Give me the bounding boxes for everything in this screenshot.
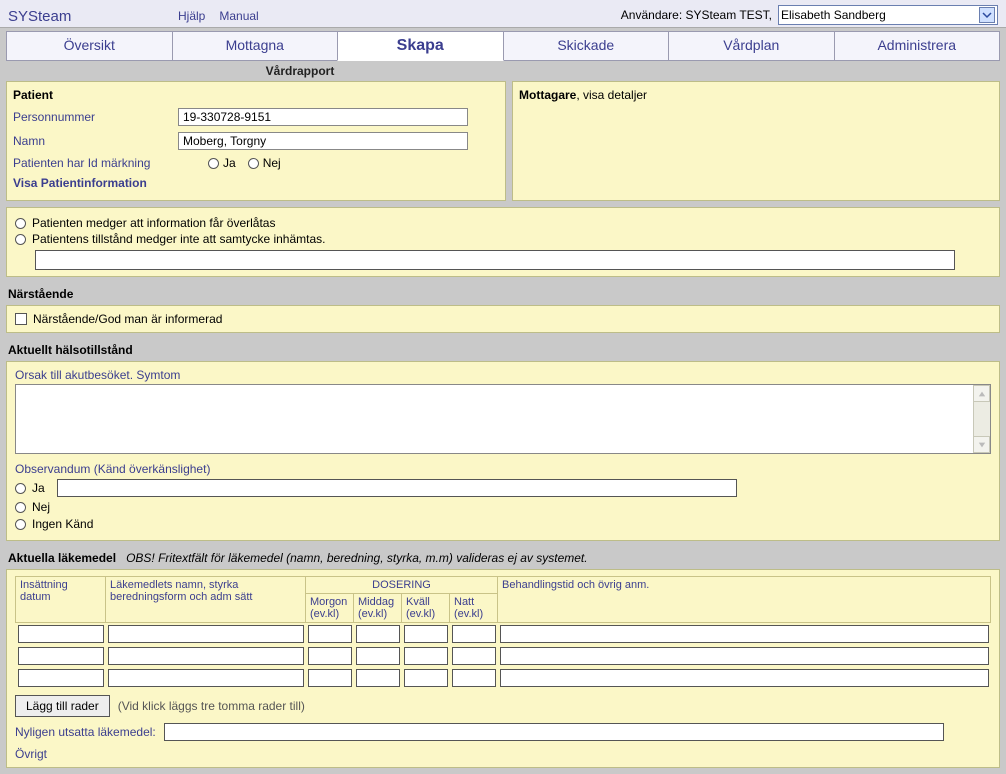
obs-nej-radio[interactable] — [15, 502, 26, 513]
tab-mottagna[interactable]: Mottagna — [172, 31, 339, 61]
med-notes-input[interactable] — [500, 669, 989, 687]
med-name-input[interactable] — [108, 647, 304, 665]
show-patient-info-link[interactable]: Visa Patientinformation — [13, 176, 147, 190]
add-rows-button[interactable]: Lägg till rader — [15, 695, 110, 717]
table-row — [16, 667, 991, 689]
idmark-yes-radio[interactable] — [208, 158, 219, 169]
col-middag: Middag (ev.kl) — [354, 594, 402, 623]
col-morgon: Morgon (ev.kl) — [306, 594, 354, 623]
obs-ja-label: Ja — [32, 481, 45, 495]
name-input[interactable] — [178, 132, 468, 150]
personnummer-label: Personnummer — [13, 110, 178, 124]
other-label: Övrigt — [15, 747, 991, 761]
med-kvall-input[interactable] — [404, 625, 448, 643]
consent-opt2-radio[interactable] — [15, 234, 26, 245]
consent-opt2-label: Patientens tillstånd medger inte att sam… — [32, 232, 325, 246]
col-name: Läkemedlets namn, styrka beredningsform … — [106, 577, 306, 623]
brand: SYSteam — [8, 8, 178, 25]
med-natt-input[interactable] — [452, 647, 496, 665]
tab-vardplan[interactable]: Vårdplan — [668, 31, 835, 61]
consent-pane: Patienten medger att information får öve… — [6, 207, 1000, 277]
col-date: Insättning datum — [16, 577, 106, 623]
health-pane: Orsak till akutbesöket. Symtom Observand… — [6, 361, 1000, 541]
name-label: Namn — [13, 134, 178, 148]
chevron-down-icon — [979, 7, 995, 23]
med-middag-input[interactable] — [356, 647, 400, 665]
med-morgon-input[interactable] — [308, 669, 352, 687]
manual-link[interactable]: Manual — [219, 9, 258, 23]
cause-label: Orsak till akutbesöket. Symtom — [15, 368, 991, 382]
consent-opt1-label: Patienten medger att information får öve… — [32, 216, 275, 230]
tab-skickade[interactable]: Skickade — [503, 31, 670, 61]
obs-ja-input[interactable] — [57, 479, 737, 497]
med-natt-input[interactable] — [452, 625, 496, 643]
top-bar: SYSteam Hjälp Manual Användare: SYSteam … — [0, 0, 1006, 28]
tab-oversikt[interactable]: Översikt — [6, 31, 173, 61]
table-row — [16, 645, 991, 667]
scroll-up-icon[interactable] — [973, 385, 990, 402]
scrollbar[interactable] — [973, 385, 990, 453]
relative-pane: Närstående/God man är informerad — [6, 305, 1000, 333]
meds-title: Aktuella läkemedel OBS! Fritextfält för … — [0, 547, 1006, 569]
consent-text-input[interactable] — [35, 250, 955, 270]
obs-nej-label: Nej — [32, 500, 50, 514]
med-middag-input[interactable] — [356, 669, 400, 687]
table-row — [16, 623, 991, 646]
user-select-value: Elisabeth Sandberg — [781, 8, 886, 22]
sub-header: Vårdrapport — [150, 61, 450, 81]
med-date-input[interactable] — [18, 625, 104, 643]
idmark-yes-label: Ja — [223, 156, 236, 170]
obs-label: Observandum (Känd överkänslighet) — [15, 462, 991, 476]
med-morgon-input[interactable] — [308, 625, 352, 643]
col-dosering: DOSERING — [306, 577, 498, 594]
top-links: Hjälp Manual — [178, 9, 259, 25]
add-rows-hint: (Vid klick läggs tre tomma rader till) — [118, 699, 305, 713]
user-label: Användare: SYSteam TEST, — [621, 8, 772, 22]
user-select[interactable]: Elisabeth Sandberg — [778, 5, 998, 25]
med-natt-input[interactable] — [452, 669, 496, 687]
med-kvall-input[interactable] — [404, 647, 448, 665]
tab-skapa[interactable]: Skapa — [337, 31, 504, 61]
obs-ja-radio[interactable] — [15, 483, 26, 494]
med-name-input[interactable] — [108, 625, 304, 643]
meds-pane: Insättning datum Läkemedlets namn, styrk… — [6, 569, 1000, 768]
relative-title: Närstående — [0, 283, 1006, 305]
cause-textarea[interactable] — [15, 384, 991, 454]
meds-table: Insättning datum Läkemedlets namn, styrk… — [15, 576, 991, 689]
med-notes-input[interactable] — [500, 647, 989, 665]
personnummer-input[interactable] — [178, 108, 468, 126]
patient-pane: Patient Personnummer Namn Patienten har … — [6, 81, 506, 201]
consent-opt1-radio[interactable] — [15, 218, 26, 229]
recent-meds-label: Nyligen utsatta läkemedel: — [15, 725, 156, 739]
med-morgon-input[interactable] — [308, 647, 352, 665]
obs-ingen-label: Ingen Känd — [32, 517, 93, 531]
med-date-input[interactable] — [18, 647, 104, 665]
patient-title: Patient — [13, 88, 499, 102]
med-date-input[interactable] — [18, 669, 104, 687]
col-natt: Natt (ev.kl) — [450, 594, 498, 623]
idmark-no-label: Nej — [263, 156, 281, 170]
health-title: Aktuellt hälsotillstånd — [0, 339, 1006, 361]
med-notes-input[interactable] — [500, 625, 989, 643]
col-notes: Behandlingstid och övrig anm. — [498, 577, 991, 623]
help-link[interactable]: Hjälp — [178, 9, 205, 23]
recipient-pane: Mottagare, visa detaljer — [512, 81, 1000, 201]
tabs: Översikt Mottagna Skapa Skickade Vårdpla… — [0, 28, 1006, 61]
col-kvall: Kväll (ev.kl) — [402, 594, 450, 623]
obs-ingen-radio[interactable] — [15, 519, 26, 530]
med-kvall-input[interactable] — [404, 669, 448, 687]
med-middag-input[interactable] — [356, 625, 400, 643]
med-name-input[interactable] — [108, 669, 304, 687]
recipient-title: Mottagare, visa detaljer — [519, 88, 993, 102]
idmark-label: Patienten har Id märkning — [13, 156, 178, 170]
relative-informed-label: Närstående/God man är informerad — [33, 312, 222, 326]
relative-informed-checkbox[interactable] — [15, 313, 27, 325]
idmark-no-radio[interactable] — [248, 158, 259, 169]
scroll-down-icon[interactable] — [973, 436, 990, 453]
tab-administrera[interactable]: Administrera — [834, 31, 1001, 61]
